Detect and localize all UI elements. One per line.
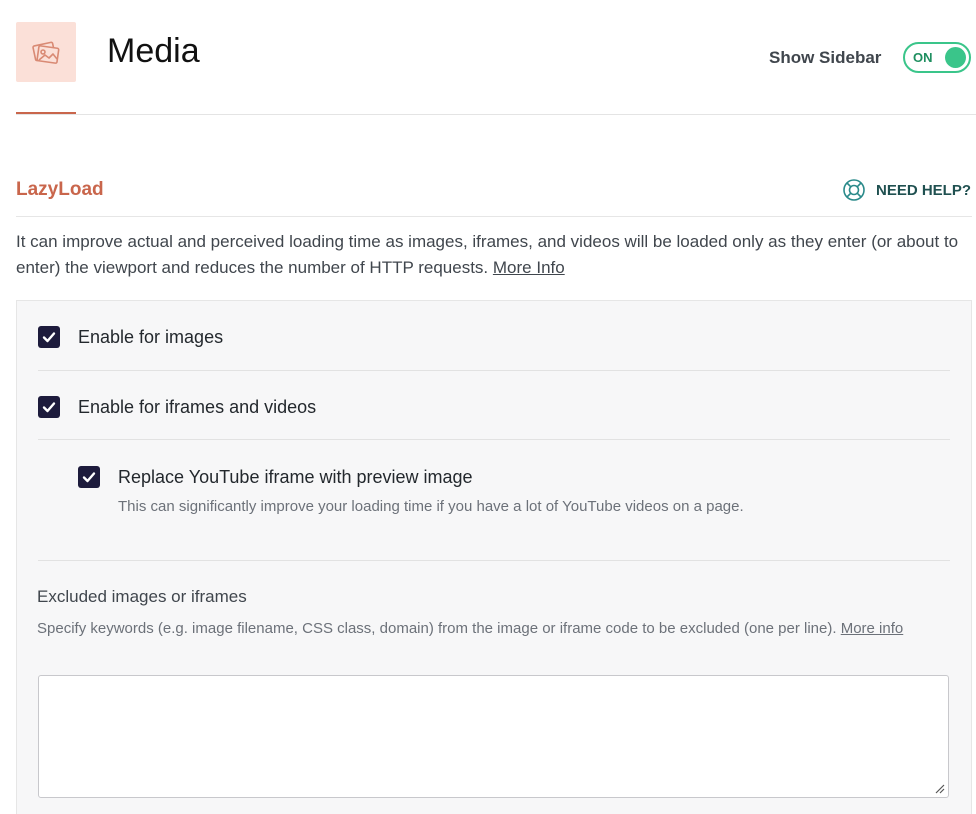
need-help-label: NEED HELP? xyxy=(876,181,972,199)
excluded-description: Specify keywords (e.g. image filename, C… xyxy=(37,616,947,641)
enable-iframes-checkbox[interactable] xyxy=(38,396,60,418)
section-title: LazyLoad xyxy=(16,179,104,200)
excluded-description-text: Specify keywords (e.g. image filename, C… xyxy=(37,620,837,637)
section-description: It can improve actual and perceived load… xyxy=(16,229,968,281)
page-title: Media xyxy=(107,32,200,70)
enable-images-checkbox[interactable] xyxy=(38,326,60,348)
youtube-preview-checkbox[interactable] xyxy=(78,466,100,488)
excluded-title: Excluded images or iframes xyxy=(37,587,247,606)
checkmark-icon xyxy=(82,472,96,483)
enable-images-label: Enable for images xyxy=(78,326,224,347)
media-tab-tile[interactable] xyxy=(16,22,76,82)
excluded-more-info-link[interactable]: More info xyxy=(841,620,904,637)
lifebuoy-icon xyxy=(843,179,865,201)
resize-handle-icon[interactable] xyxy=(933,782,945,794)
enable-iframes-label: Enable for iframes and videos xyxy=(78,396,317,417)
option-enable-images: Enable for images xyxy=(38,326,223,348)
checkmark-icon xyxy=(42,402,56,413)
toggle-state-text: ON xyxy=(913,50,933,65)
youtube-preview-label: Replace YouTube iframe with preview imag… xyxy=(118,466,473,487)
section-description-text: It can improve actual and perceived load… xyxy=(16,232,959,277)
need-help-link[interactable]: NEED HELP? xyxy=(842,177,971,203)
excluded-keywords-textarea[interactable] xyxy=(38,675,949,798)
page-header: Media Show Sidebar ON xyxy=(0,0,976,115)
more-info-link[interactable]: More Info xyxy=(493,258,565,277)
youtube-preview-description: This can significantly improve your load… xyxy=(118,498,744,515)
option-youtube-preview: Replace YouTube iframe with preview imag… xyxy=(78,466,473,488)
row-divider xyxy=(38,560,950,561)
checkmark-icon xyxy=(42,332,56,343)
row-divider xyxy=(38,439,950,440)
show-sidebar-label: Show Sidebar xyxy=(769,48,882,67)
header-divider xyxy=(16,114,976,115)
toggle-knob xyxy=(945,47,966,68)
row-divider xyxy=(38,370,950,371)
section-divider xyxy=(16,216,972,217)
show-sidebar-toggle[interactable]: ON xyxy=(903,42,971,73)
option-enable-iframes: Enable for iframes and videos xyxy=(38,396,316,418)
images-icon xyxy=(32,41,60,64)
